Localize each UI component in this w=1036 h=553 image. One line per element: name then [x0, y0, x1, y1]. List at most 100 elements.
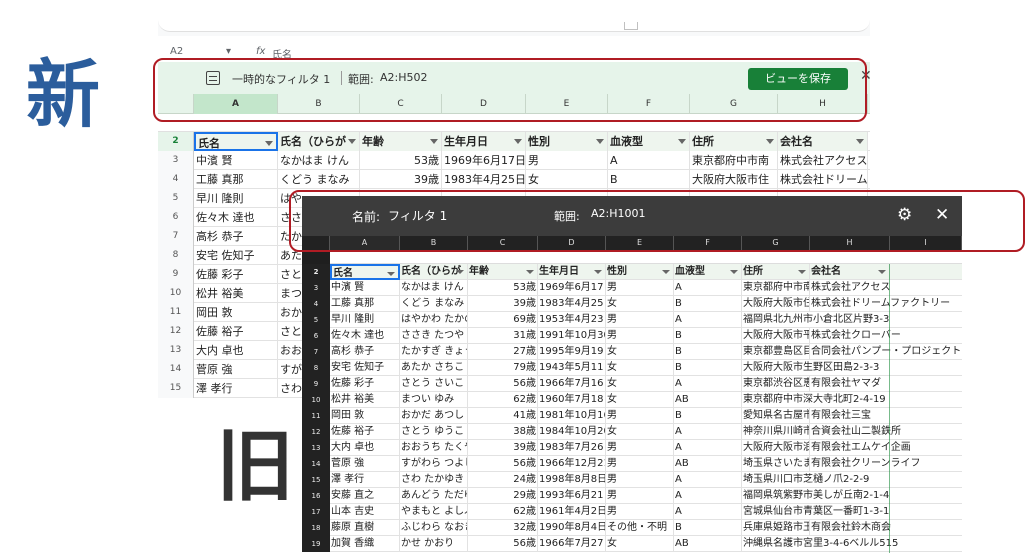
table-cell[interactable]: 1993年6月21日 [538, 488, 606, 504]
table-cell[interactable]: B [674, 344, 742, 360]
table-cell[interactable]: 沖縄県名護市宮里3-4-6ベルル515 [742, 536, 898, 552]
table-cell[interactable]: 53歳 [360, 151, 442, 170]
filter-icon[interactable] [265, 141, 273, 146]
table-cell[interactable]: 埼玉県川口市芝樋ノ爪2-2-9 [742, 472, 869, 488]
table-cell[interactable]: 39歳 [468, 440, 538, 456]
table-cell[interactable]: 菅原 強 [194, 360, 278, 379]
table-cell[interactable]: 41歳 [468, 408, 538, 424]
filter-icon[interactable] [596, 139, 604, 144]
table-cell[interactable]: 女 [606, 344, 674, 360]
table-cell[interactable]: 松井 裕美 [194, 284, 278, 303]
row-number[interactable]: 14 [158, 360, 194, 379]
filter-icon[interactable] [766, 139, 774, 144]
table-cell[interactable]: A [674, 376, 742, 392]
row-number[interactable]: 13 [302, 440, 330, 456]
row-number[interactable]: 17 [302, 504, 330, 520]
table-cell[interactable]: 男 [606, 488, 674, 504]
table-cell[interactable]: 1969年6月17日 [538, 280, 606, 296]
table-cell[interactable]: 1983年4月25日 [538, 296, 606, 312]
row-number[interactable]: 8 [158, 246, 194, 265]
table-cell[interactable]: ふじわら なおき [400, 520, 468, 536]
table-cell[interactable]: 工藤 真那 [194, 170, 278, 189]
table-cell[interactable]: なかはま けん [400, 280, 468, 296]
row-number[interactable]: 11 [302, 408, 330, 424]
table-cell[interactable]: 大阪府大阪市住 [742, 296, 810, 312]
table-cell[interactable]: 佐々木 達也 [330, 328, 400, 344]
table-cell[interactable]: 27歳 [468, 344, 538, 360]
table-cell[interactable]: くどう まなみ [278, 170, 360, 189]
table-cell[interactable]: 32歳 [468, 520, 538, 536]
table-cell[interactable]: 東京都府中市南 [690, 151, 778, 170]
table-cell[interactable]: 1981年10月16日 [538, 408, 606, 424]
table-cell[interactable] [810, 312, 890, 328]
table-cell[interactable]: 大阪府大阪市住 [690, 170, 778, 189]
filter-icon[interactable] [856, 139, 864, 144]
table-cell[interactable]: A [674, 488, 742, 504]
table-cell[interactable]: 山本 吉史 [330, 504, 400, 520]
table-cell[interactable]: やまもと よしふ [400, 504, 468, 520]
table-cell[interactable]: 1953年4月23日 [538, 312, 606, 328]
table-cell[interactable]: B [674, 296, 742, 312]
row-number[interactable]: 9 [158, 265, 194, 284]
header-cell[interactable]: 住所 [742, 264, 810, 280]
filter-icon[interactable] [730, 270, 738, 274]
table-cell[interactable]: 大内 卓也 [194, 341, 278, 360]
table-cell[interactable]: 1966年7月16日 [538, 376, 606, 392]
table-cell[interactable]: 安宅 佐知子 [330, 360, 400, 376]
table-cell[interactable]: 62歳 [468, 504, 538, 520]
table-cell[interactable]: 69歳 [468, 312, 538, 328]
table-cell[interactable]: 39歳 [360, 170, 442, 189]
table-cell[interactable]: 藤原 直樹 [330, 520, 400, 536]
row-number[interactable]: 11 [158, 303, 194, 322]
filter-icon[interactable] [514, 139, 522, 144]
table-cell[interactable]: 株式会社ドリーム [778, 170, 868, 189]
table-cell[interactable]: 東京都府中市南 [742, 280, 810, 296]
table-cell[interactable]: 福岡県筑紫野市美しが丘南2-1-4 [742, 488, 889, 504]
table-cell[interactable]: 1966年12月21日 [538, 456, 606, 472]
table-cell[interactable]: 女 [526, 170, 608, 189]
header-cell[interactable]: 氏名（ひらが [278, 132, 360, 151]
row-number[interactable]: 4 [158, 170, 194, 189]
table-cell[interactable]: 合同会社パンプー・プロジェクト [810, 344, 961, 360]
table-cell[interactable]: 男 [526, 151, 608, 170]
table-cell[interactable]: 早川 隆則 [194, 189, 278, 208]
row-number[interactable]: 12 [302, 424, 330, 440]
filter-icon[interactable] [348, 139, 356, 144]
table-cell[interactable]: かせ かおり [400, 536, 468, 552]
table-cell[interactable]: B [674, 520, 742, 536]
table-cell[interactable]: A [608, 151, 690, 170]
table-cell[interactable]: 男 [606, 328, 674, 344]
table-cell[interactable]: まつい ゆみ [400, 392, 468, 408]
table-cell[interactable]: 79歳 [468, 360, 538, 376]
table-cell[interactable]: 有限会社三宝 [810, 408, 890, 424]
table-cell[interactable]: 安藤 直之 [330, 488, 400, 504]
table-cell[interactable]: 女 [606, 424, 674, 440]
table-cell[interactable]: 31歳 [468, 328, 538, 344]
table-cell[interactable]: 有限会社エムケイ企画 [810, 440, 911, 456]
table-cell[interactable]: 宮城県仙台市青葉区一番町1-3-1 [742, 504, 889, 520]
table-cell[interactable]: 岡田 敦 [194, 303, 278, 322]
table-cell[interactable]: A [674, 504, 742, 520]
table-cell[interactable]: 1983年4月25日 [442, 170, 526, 189]
table-cell[interactable]: 大内 卓也 [330, 440, 400, 456]
table-cell[interactable]: 女 [606, 360, 674, 376]
table-cell[interactable]: 東京都府中市深大寺北町2-4-19 [742, 392, 886, 408]
table-cell[interactable]: 埼玉県さいたま [742, 456, 810, 472]
table-cell[interactable]: 大阪府大阪市平 [742, 328, 810, 344]
table-cell[interactable]: 中濱 賢 [194, 151, 278, 170]
table-cell[interactable]: 男 [606, 456, 674, 472]
table-cell[interactable]: 澤 孝行 [194, 379, 278, 398]
table-cell[interactable]: 松井 裕美 [330, 392, 400, 408]
table-cell[interactable]: 1991年10月30日 [538, 328, 606, 344]
filter-icon[interactable] [798, 270, 806, 274]
header-cell[interactable]: 会社名 [778, 132, 868, 151]
table-cell[interactable]: さとう ゆうこ [400, 424, 468, 440]
table-cell[interactable]: その他・不明 [606, 520, 674, 536]
row-number[interactable]: 15 [158, 379, 194, 398]
filter-icon[interactable] [662, 270, 670, 274]
table-cell[interactable]: 男 [606, 280, 674, 296]
table-cell[interactable]: すがわら つよし [400, 456, 468, 472]
row-number[interactable]: 10 [302, 392, 330, 408]
table-cell[interactable]: くどう まなみ [400, 296, 468, 312]
name-box[interactable]: A2 [170, 46, 183, 57]
